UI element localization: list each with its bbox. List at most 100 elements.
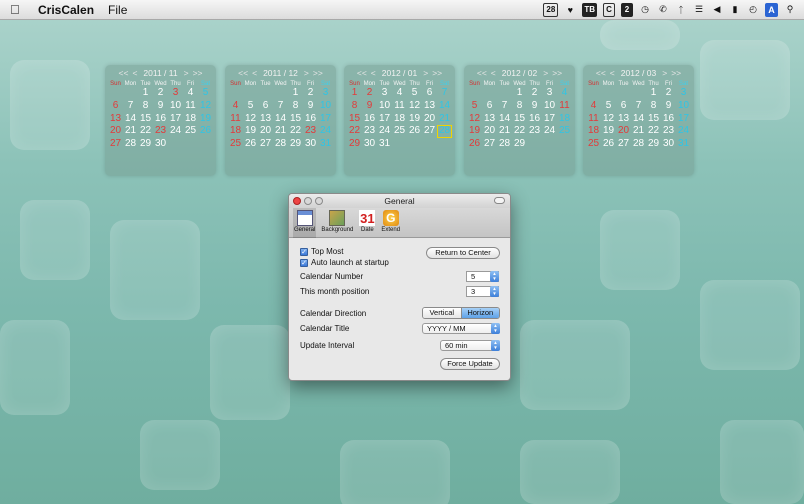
day-cell[interactable]: 1 [347,87,362,100]
day-cell[interactable]: 25 [557,125,572,138]
day-cell[interactable]: 17 [542,113,557,126]
calendar-status-icon[interactable]: 28 [543,2,559,17]
day-cell[interactable]: 26 [467,138,482,151]
day-cell[interactable]: 22 [347,125,362,138]
day-cell[interactable]: 27 [108,138,123,151]
day-cell[interactable]: 18 [183,113,198,126]
prev-month-button[interactable]: < [491,68,496,78]
day-cell[interactable]: 11 [586,113,601,126]
wifi-icon[interactable]: ☰ [693,3,705,17]
day-cell[interactable]: 23 [527,125,542,138]
day-cell[interactable]: 11 [183,100,198,113]
prev-year-button[interactable]: << [477,68,487,78]
prev-month-button[interactable]: < [132,68,137,78]
prev-year-button[interactable]: << [238,68,248,78]
day-cell[interactable]: 26 [601,138,616,151]
day-cell[interactable]: 31 [318,138,333,151]
day-cell[interactable]: 1 [288,87,303,100]
day-cell[interactable]: 5 [198,87,213,100]
day-cell[interactable]: 22 [512,125,527,138]
day-cell[interactable]: 19 [407,113,422,126]
day-cell[interactable]: 28 [631,138,646,151]
day-cell[interactable]: 15 [347,113,362,126]
day-cell[interactable]: 26 [407,125,422,138]
day-cell[interactable]: 12 [601,113,616,126]
day-cell[interactable]: 9 [527,100,542,113]
day-cell[interactable]: 10 [377,100,392,113]
calendar-number-stepper[interactable]: 5 ▲ ▼ [466,271,499,282]
day-cell[interactable]: 29 [138,138,153,151]
day-cell[interactable]: 31 [377,138,392,151]
day-cell[interactable]: 4 [392,87,407,100]
stepper-arrows-icon[interactable]: ▲ ▼ [490,286,499,297]
day-cell[interactable]: 30 [362,138,377,151]
day-cell[interactable]: 29 [646,138,661,151]
day-cell[interactable]: 9 [661,100,676,113]
day-cell[interactable]: 27 [616,138,631,151]
next-year-button[interactable]: >> [671,68,681,78]
day-cell[interactable]: 10 [318,100,333,113]
day-cell[interactable]: 4 [228,100,243,113]
day-cell[interactable]: 15 [288,113,303,126]
toolbar-toggle-button[interactable] [494,197,505,204]
day-cell[interactable]: 16 [527,113,542,126]
day-cell[interactable]: 19 [601,125,616,138]
day-cell[interactable]: 16 [362,113,377,126]
day-cell[interactable]: 6 [482,100,497,113]
day-cell[interactable]: 22 [646,125,661,138]
bluetooth-icon[interactable]: ᛏ [675,3,687,17]
day-cell[interactable]: 26 [243,138,258,151]
day-cell[interactable]: 12 [407,100,422,113]
day-cell[interactable]: 18 [228,125,243,138]
day-cell[interactable]: 18 [392,113,407,126]
day-cell[interactable]: 1 [512,87,527,100]
month-position-stepper[interactable]: 3 ▲ ▼ [466,286,499,297]
day-cell[interactable]: 7 [123,100,138,113]
day-cell[interactable]: 7 [497,100,512,113]
day-cell[interactable]: 7 [273,100,288,113]
day-cell[interactable]: 21 [631,125,646,138]
day-cell[interactable]: 20 [258,125,273,138]
next-year-button[interactable]: >> [193,68,203,78]
day-cell[interactable]: 5 [243,100,258,113]
day-cell[interactable]: 2 [303,87,318,100]
direction-vertical-option[interactable]: Vertical [423,308,461,318]
day-cell[interactable]: 22 [138,125,153,138]
day-cell[interactable]: 16 [153,113,168,126]
day-cell[interactable]: 24 [542,125,557,138]
day-cell[interactable]: 13 [258,113,273,126]
day-cell[interactable]: 28 [123,138,138,151]
day-cell[interactable]: 8 [288,100,303,113]
day-cell[interactable]: 19 [467,125,482,138]
app-menu[interactable]: CrisCalen [38,3,94,17]
day-cell[interactable]: 6 [616,100,631,113]
window-titlebar[interactable]: General [289,194,510,208]
day-cell[interactable]: 3 [318,87,333,100]
c-status-icon[interactable]: C [603,2,615,17]
prev-year-button[interactable]: << [596,68,606,78]
day-cell[interactable]: 17 [377,113,392,126]
day-cell[interactable]: 4 [586,100,601,113]
day-cell[interactable]: 15 [646,113,661,126]
top-most-checkbox[interactable]: ✓ Top Most [300,247,343,256]
update-interval-popup[interactable]: 60 min ▲ ▼ [440,340,500,351]
auto-launch-checkbox[interactable]: ✓ Auto launch at startup [300,258,389,267]
prev-month-button[interactable]: < [610,68,615,78]
day-cell[interactable]: 23 [303,125,318,138]
day-cell[interactable]: 11 [557,100,572,113]
day-cell[interactable]: 17 [676,113,691,126]
two-status-icon[interactable]: 2 [621,2,633,17]
day-cell[interactable]: 3 [168,87,183,100]
day-cell[interactable]: 6 [258,100,273,113]
day-cell[interactable]: 2 [527,87,542,100]
day-cell[interactable]: 30 [153,138,168,151]
next-year-button[interactable]: >> [552,68,562,78]
prev-month-button[interactable]: < [252,68,257,78]
day-cell[interactable]: 27 [258,138,273,151]
day-cell[interactable]: 9 [303,100,318,113]
day-cell[interactable]: 14 [497,113,512,126]
day-cell[interactable]: 10 [168,100,183,113]
close-button[interactable] [293,197,301,205]
day-cell[interactable]: 2 [661,87,676,100]
day-cell[interactable]: 3 [377,87,392,100]
